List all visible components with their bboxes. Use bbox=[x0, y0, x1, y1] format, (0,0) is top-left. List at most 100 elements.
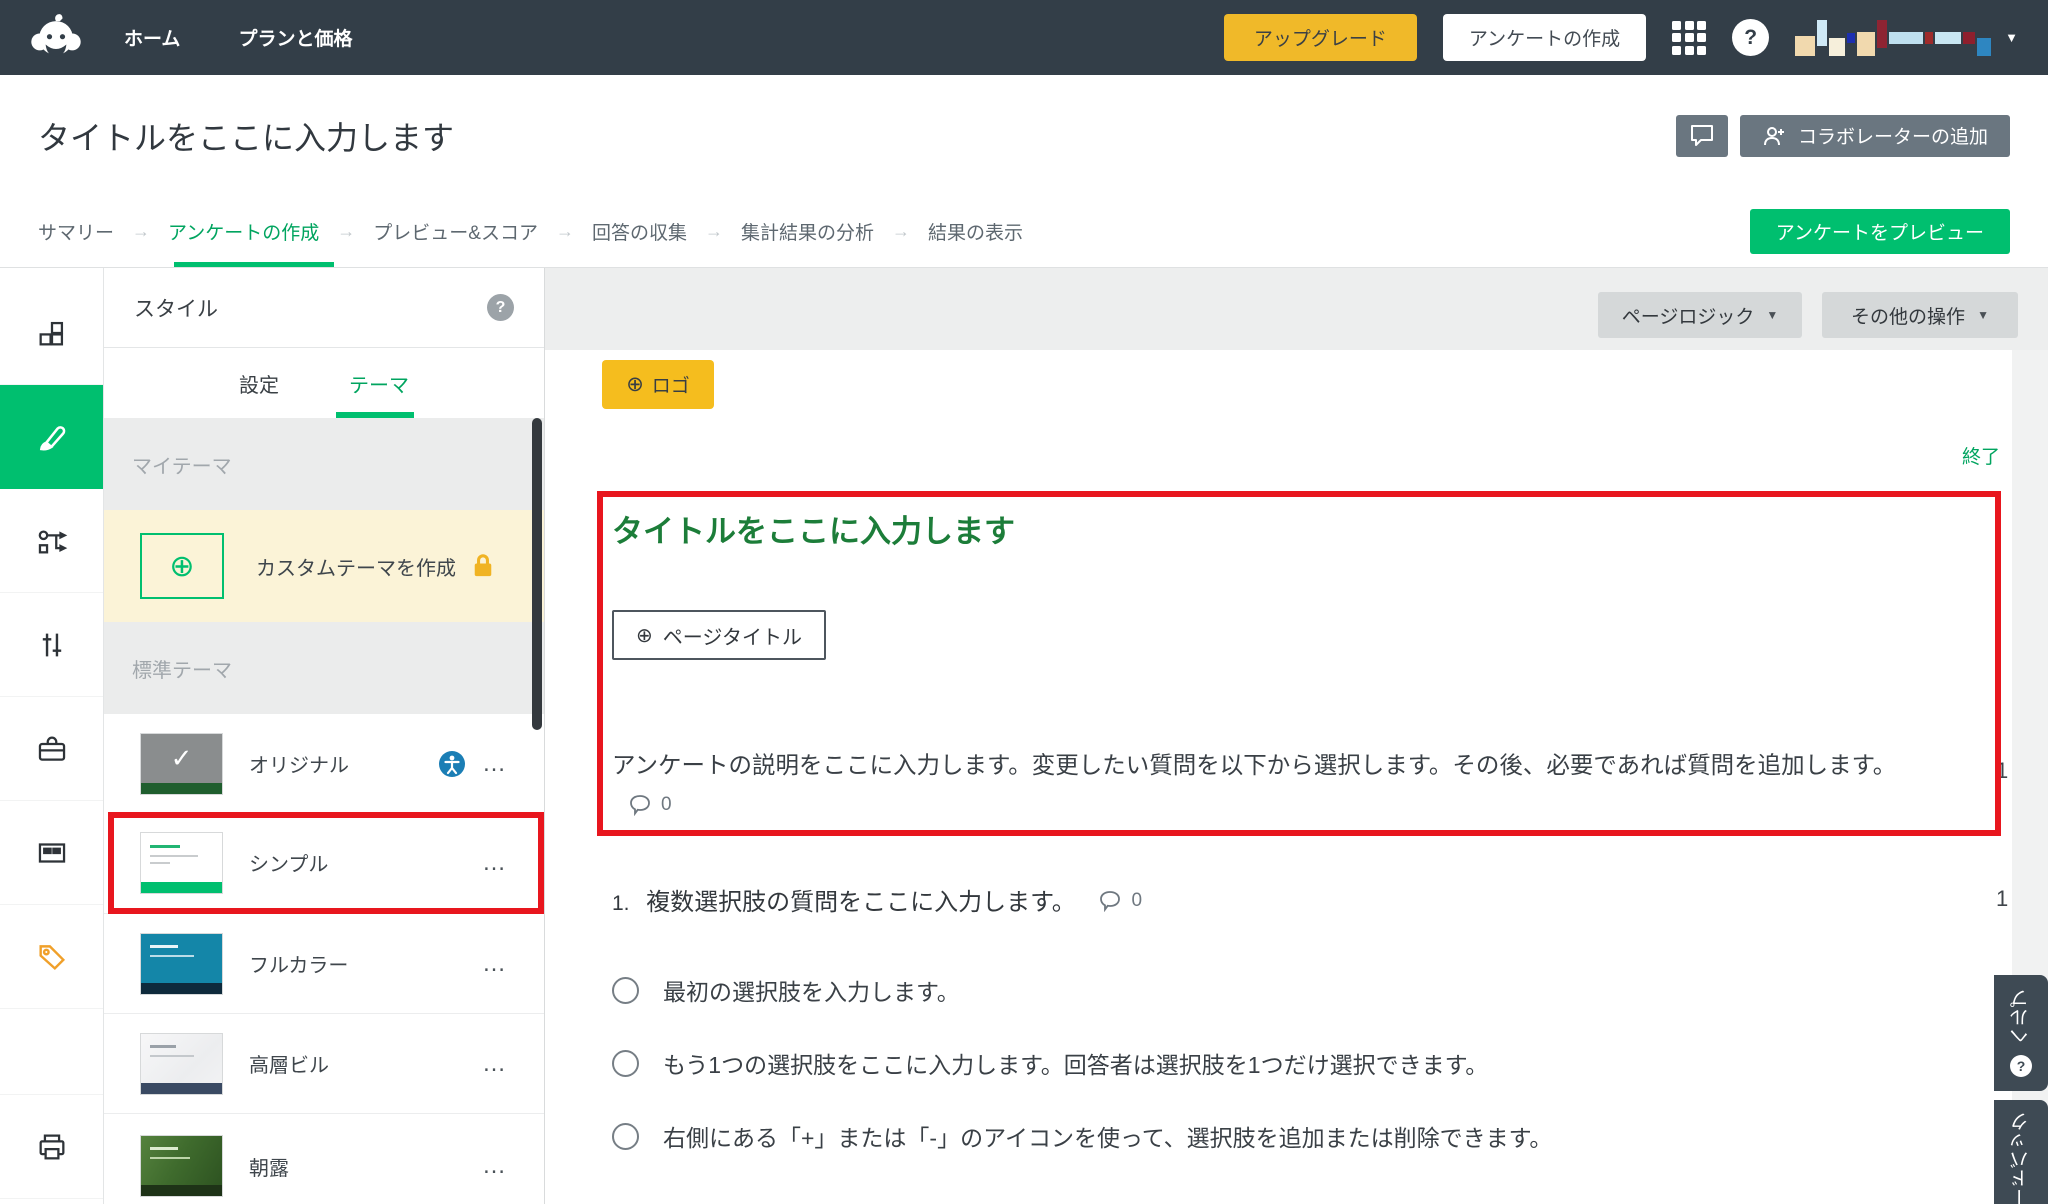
page-logic-label: ページロジック bbox=[1622, 302, 1755, 329]
comments-button[interactable] bbox=[1676, 115, 1728, 157]
tab-settings[interactable]: 設定 bbox=[239, 369, 279, 398]
step-present-results[interactable]: 結果の表示 bbox=[928, 218, 1023, 245]
canvas-toolbar: ページロジック ▼ その他の操作 ▼ bbox=[545, 268, 2048, 350]
answer-option-2[interactable]: もう1つの選択肢をここに入力します。回答者は選択肢を1つだけ選択できます。 bbox=[612, 1045, 1488, 1081]
create-custom-theme-label: カスタムテーマを作成 bbox=[256, 552, 456, 581]
survey-inline-title[interactable]: タイトルをここに入力します bbox=[612, 506, 1015, 551]
upgrade-button[interactable]: アップグレード bbox=[1224, 14, 1417, 61]
survey-canvas: ページロジック ▼ その他の操作 ▼ ⊕ ロゴ 終了 タイトルをここに入力します… bbox=[545, 268, 2048, 1204]
style-panel: スタイル ? 設定 テーマ マイテーマ ⊕ カスタムテーマを作成 標準テーマ bbox=[104, 268, 545, 1204]
theme-options-ellipsis[interactable]: … bbox=[482, 1059, 508, 1069]
theme-row-highrise[interactable]: 高層ビル … bbox=[104, 1014, 544, 1114]
style-panel-title: スタイル bbox=[134, 293, 218, 323]
user-account-menu[interactable]: ▼ bbox=[1795, 20, 2018, 56]
theme-options-ellipsis[interactable]: … bbox=[482, 759, 508, 769]
rail-tag-icon[interactable] bbox=[0, 905, 103, 1009]
plus-circle-icon: ⊕ bbox=[626, 372, 644, 397]
theme-thumbnail-highrise bbox=[140, 1033, 223, 1095]
step-design-survey[interactable]: アンケートの作成 bbox=[168, 218, 319, 245]
rail-logic-branch-icon[interactable] bbox=[0, 489, 103, 593]
theme-row-fullcolor[interactable]: フルカラー … bbox=[104, 914, 544, 1014]
my-themes-section-label: マイテーマ bbox=[104, 418, 544, 510]
theme-options-ellipsis[interactable]: … bbox=[482, 858, 508, 868]
nav-plans-pricing[interactable]: プランと価格 bbox=[238, 24, 352, 51]
panel-scrollbar[interactable] bbox=[532, 418, 542, 730]
answer-option-3[interactable]: 右側にある「+」または「-」のアイコンを使って、選択肢を追加または削除できます。 bbox=[612, 1118, 1552, 1154]
radio-icon[interactable] bbox=[612, 1123, 639, 1150]
style-panel-header: スタイル ? bbox=[104, 268, 544, 348]
theme-options-ellipsis[interactable]: … bbox=[482, 1161, 508, 1171]
header-actions: コラボレーターの追加 bbox=[1676, 115, 2010, 157]
comment-bubble-icon bbox=[1098, 890, 1122, 912]
add-logo-button[interactable]: ⊕ ロゴ bbox=[602, 360, 714, 409]
theme-row-original[interactable]: ✓ オリジナル … bbox=[104, 714, 544, 814]
rail-build-blocks-icon[interactable] bbox=[0, 281, 103, 385]
rail-style-brush-icon[interactable] bbox=[0, 385, 103, 489]
surveymonkey-edit-page: ホーム プランと価格 アップグレード アンケートの作成 ? bbox=[0, 0, 2048, 1204]
theme-row-morningdew[interactable]: 朝露 … bbox=[104, 1116, 544, 1204]
page-logic-dropdown[interactable]: ページロジック ▼ bbox=[1598, 292, 1802, 338]
theme-row-simple[interactable]: シンプル … bbox=[104, 812, 544, 914]
selected-check-icon: ✓ bbox=[141, 734, 222, 783]
arrow-right-icon: → bbox=[556, 221, 574, 242]
end-link[interactable]: 終了 bbox=[1962, 442, 2000, 469]
chevron-down-icon: ▼ bbox=[1766, 308, 1778, 322]
help-icon[interactable]: ? bbox=[1732, 19, 1769, 56]
feedback-side-tab[interactable]: フィードバック bbox=[1994, 1100, 2048, 1204]
rail-toolbox-icon[interactable] bbox=[0, 697, 103, 801]
style-panel-tabs: 設定 テーマ bbox=[104, 348, 544, 418]
lock-icon bbox=[470, 552, 496, 580]
add-logo-label: ロゴ bbox=[652, 371, 690, 398]
theme-thumbnail-morningdew bbox=[140, 1135, 223, 1197]
rail-options-sliders-icon[interactable] bbox=[0, 593, 103, 697]
nav-home[interactable]: ホーム bbox=[124, 24, 180, 51]
themes-list: マイテーマ ⊕ カスタムテーマを作成 標準テーマ ✓ オリジナル bbox=[104, 418, 544, 1204]
survey-description[interactable]: アンケートの説明をここに入力します。変更したい質問を以下から選択します。その後、… bbox=[612, 746, 1957, 826]
surveymonkey-logo-icon[interactable] bbox=[30, 12, 82, 64]
add-collaborator-button[interactable]: コラボレーターの追加 bbox=[1740, 115, 2010, 157]
style-help-icon[interactable]: ? bbox=[487, 294, 514, 321]
answer-option-text: 最初の選択肢を入力します。 bbox=[663, 973, 960, 1007]
theme-options-ellipsis[interactable]: … bbox=[482, 959, 508, 969]
theme-name: 朝露 bbox=[249, 1152, 289, 1181]
rail-print-icon[interactable] bbox=[0, 1095, 103, 1199]
step-preview-score[interactable]: プレビュー&スコア bbox=[373, 218, 538, 245]
answer-option-text: 右側にある「+」または「-」のアイコンを使って、選択肢を追加または削除できます。 bbox=[663, 1119, 1552, 1153]
rail-footer-card-icon[interactable] bbox=[0, 801, 103, 905]
question-1[interactable]: 1. 複数選択肢の質問をここに入力します。 0 bbox=[612, 882, 1142, 917]
answer-option-text: もう1つの選択肢をここに入力します。回答者は選択肢を1つだけ選択できます。 bbox=[663, 1046, 1488, 1080]
create-survey-button[interactable]: アンケートの作成 bbox=[1443, 14, 1646, 61]
more-actions-dropdown[interactable]: その他の操作 ▼ bbox=[1822, 292, 2018, 338]
preview-survey-button[interactable]: アンケートをプレビュー bbox=[1750, 209, 2010, 254]
theme-thumbnail-original: ✓ bbox=[140, 733, 223, 795]
question-comments[interactable]: 0 bbox=[1098, 890, 1142, 912]
radio-icon[interactable] bbox=[612, 977, 639, 1004]
answer-option-1[interactable]: 最初の選択肢を入力します。 bbox=[612, 972, 960, 1008]
description-comments[interactable]: 0 bbox=[628, 785, 672, 824]
comment-count: 0 bbox=[661, 785, 672, 824]
help-question-icon: ? bbox=[2010, 1055, 2032, 1077]
comment-bubble-icon bbox=[1689, 124, 1715, 148]
step-collect-responses[interactable]: 回答の収集 bbox=[592, 218, 687, 245]
create-custom-theme-row[interactable]: ⊕ カスタムテーマを作成 bbox=[104, 510, 544, 622]
step-analyze-results[interactable]: 集計結果の分析 bbox=[741, 218, 874, 245]
theme-name: フルカラー bbox=[249, 949, 348, 978]
page-header: タイトルをここに入力します コラボレーターの追加 bbox=[0, 75, 2048, 196]
add-page-title-button[interactable]: ⊕ ページタイトル bbox=[612, 610, 826, 660]
question-page-indicator: 1 bbox=[1996, 886, 2008, 912]
tab-themes[interactable]: テーマ bbox=[349, 369, 409, 398]
theme-name: オリジナル bbox=[249, 749, 349, 778]
survey-description-text: アンケートの説明をここに入力します。変更したい質問を以下から選択します。その後、… bbox=[612, 752, 1896, 778]
chevron-down-icon: ▼ bbox=[1977, 308, 1989, 322]
add-page-title-label: ページタイトル bbox=[663, 621, 802, 650]
apps-grid-icon[interactable] bbox=[1672, 21, 1706, 55]
add-theme-box: ⊕ bbox=[140, 533, 224, 599]
radio-icon[interactable] bbox=[612, 1050, 639, 1077]
theme-thumbnail-fullcolor bbox=[140, 933, 223, 995]
arrow-right-icon: → bbox=[337, 221, 355, 242]
step-summary[interactable]: サマリー bbox=[38, 218, 114, 245]
builder-icon-rail bbox=[0, 268, 104, 1204]
add-collaborator-label: コラボレーターの追加 bbox=[1798, 122, 1988, 149]
arrow-right-icon: → bbox=[132, 221, 150, 242]
help-side-tab[interactable]: ? ヘルプ bbox=[1994, 975, 2048, 1091]
